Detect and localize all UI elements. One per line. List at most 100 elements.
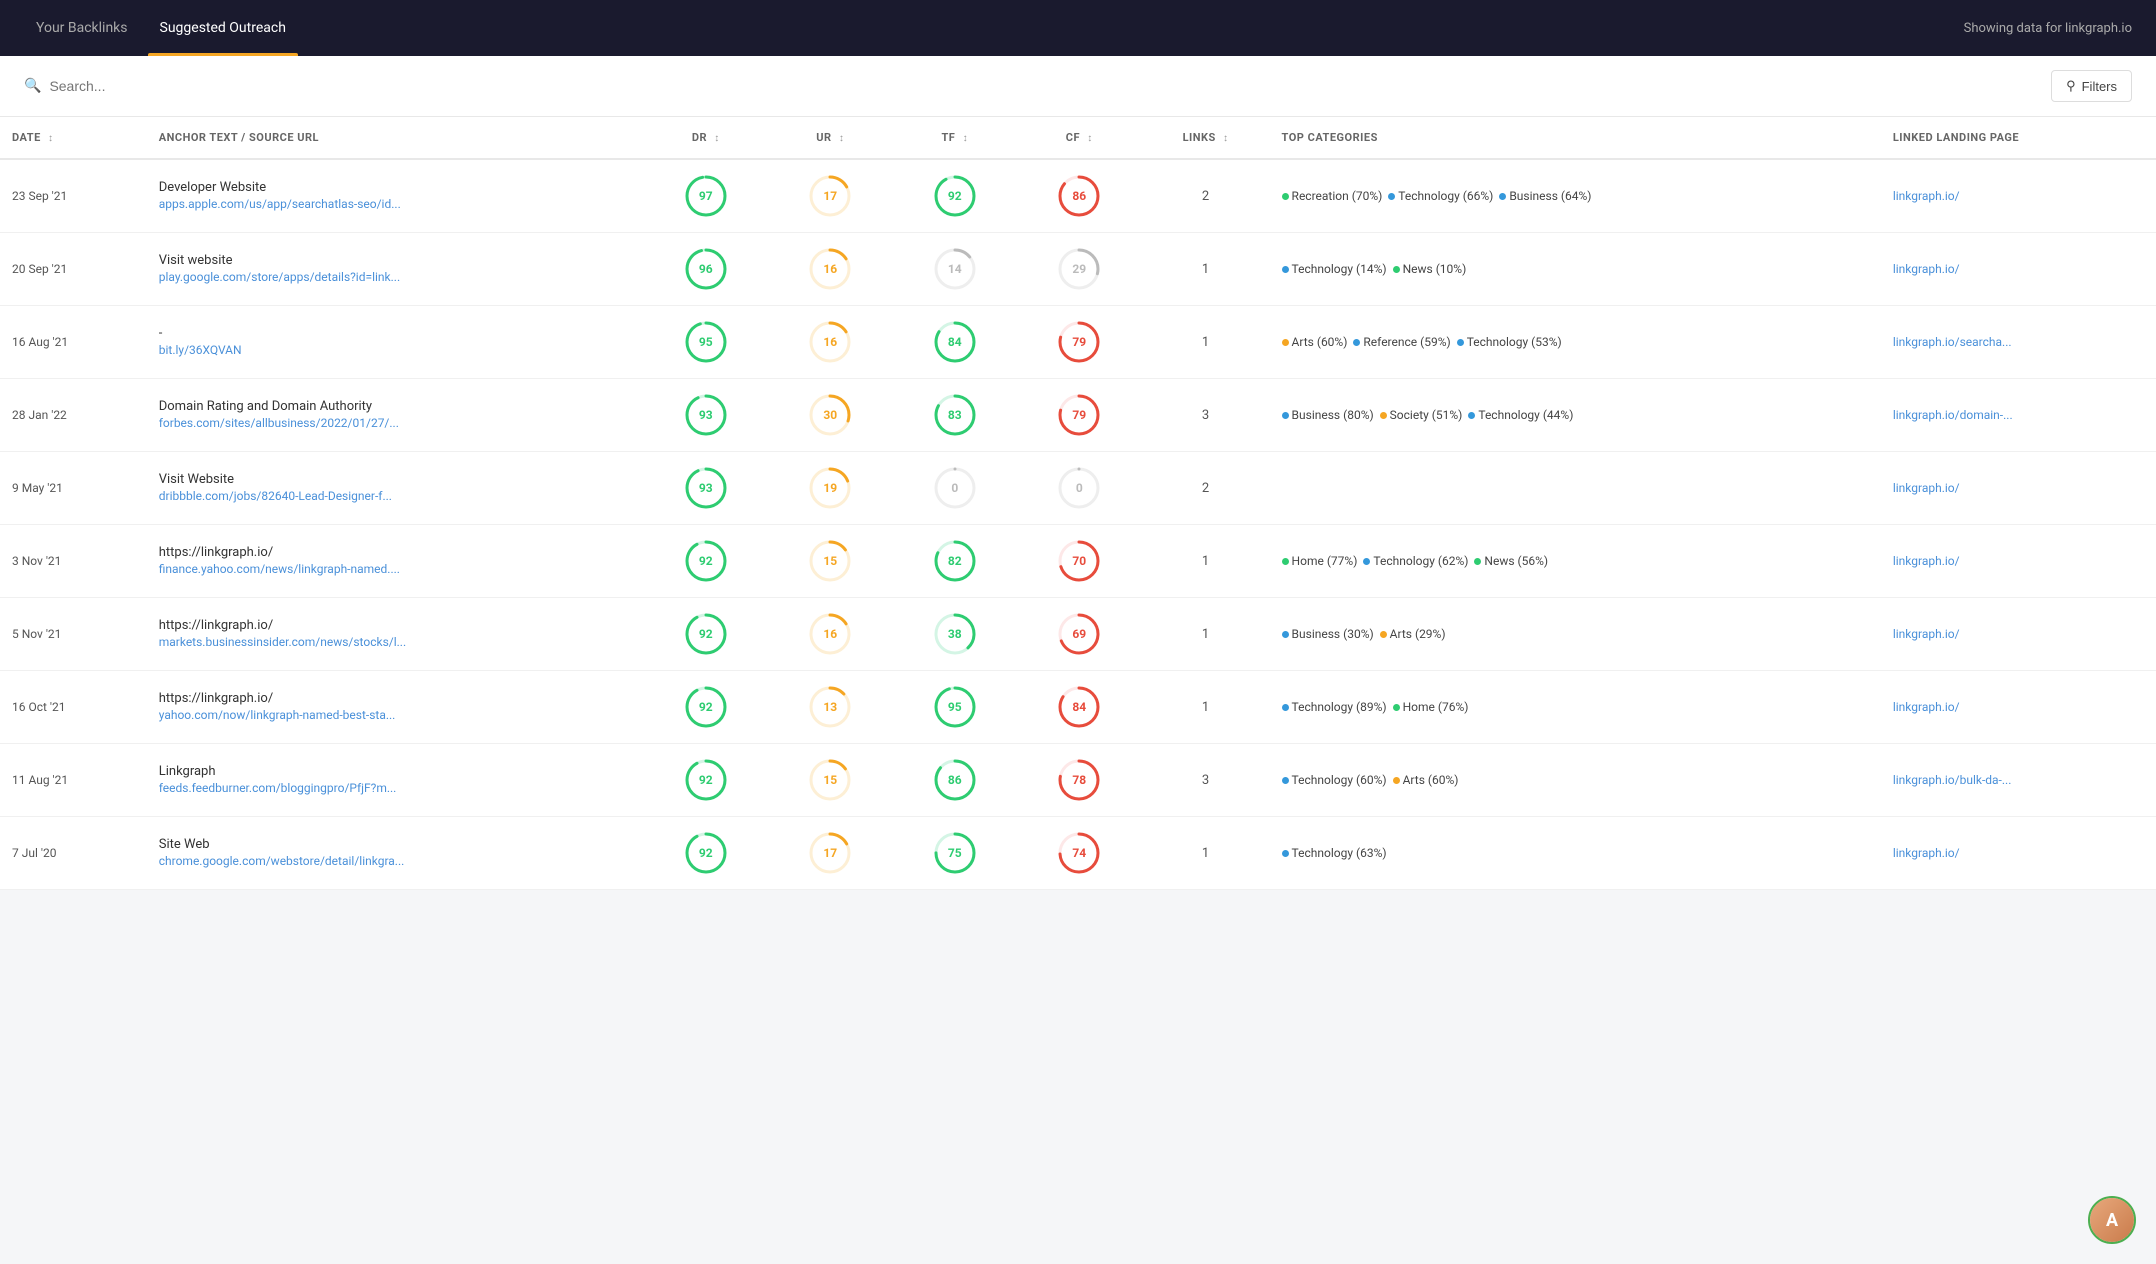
anchor-url[interactable]: yahoo.com/now/linkgraph-named-best-sta..… (159, 708, 396, 722)
anchor-cell: Linkgraph feeds.feedburner.com/bloggingp… (147, 744, 644, 817)
ur-cell: 30 (768, 379, 892, 452)
date-cell: 20 Sep '21 (0, 233, 147, 306)
anchor-url[interactable]: markets.businessinsider.com/news/stocks/… (159, 635, 406, 649)
dr-cell: 92 (644, 744, 768, 817)
dr-cell: 92 (644, 525, 768, 598)
linked-page-cell: linkgraph.io/domain-... (1881, 379, 2156, 452)
date-cell: 11 Aug '21 (0, 744, 147, 817)
linked-page-cell: linkgraph.io/bulk-da-... (1881, 744, 2156, 817)
anchor-title: Visit Website (159, 472, 632, 487)
anchor-title: Visit website (159, 253, 632, 268)
anchor-url[interactable]: feeds.feedburner.com/bloggingpro/PfjF?m.… (159, 781, 397, 795)
dr-cell: 93 (644, 379, 768, 452)
category-tag: Recreation (70%) (1282, 189, 1383, 203)
tf-cell: 92 (893, 159, 1017, 233)
category-tag: Technology (44%) (1468, 408, 1573, 422)
linked-page-link[interactable]: linkgraph.io/bulk-da-... (1893, 773, 2012, 787)
linked-page-cell: linkgraph.io/ (1881, 598, 2156, 671)
ur-cell: 16 (768, 306, 892, 379)
anchor-url[interactable]: dribbble.com/jobs/82640-Lead-Designer-f.… (159, 489, 392, 503)
user-avatar[interactable]: A (2088, 1196, 2136, 1244)
table-row: 3 Nov '21 https://linkgraph.io/ finance.… (0, 525, 2156, 598)
linked-page-link[interactable]: linkgraph.io/ (1893, 627, 1960, 641)
tf-cell: 14 (893, 233, 1017, 306)
cf-cell: 70 (1017, 525, 1141, 598)
ur-cell: 19 (768, 452, 892, 525)
links-cell: 1 (1142, 671, 1270, 744)
category-tag: Reference (59%) (1353, 335, 1450, 349)
linked-page-link[interactable]: linkgraph.io/domain-... (1893, 408, 2013, 422)
category-tag: News (10%) (1393, 262, 1467, 276)
col-dr[interactable]: DR ↕ (644, 117, 768, 159)
search-bar: 🔍 ⚲ Filters (0, 56, 2156, 117)
ur-cell: 13 (768, 671, 892, 744)
ur-cell: 16 (768, 598, 892, 671)
date-cell: 16 Aug '21 (0, 306, 147, 379)
linked-page-link[interactable]: linkgraph.io/ (1893, 481, 1960, 495)
categories-cell: Recreation (70%) Technology (66%) Busine… (1270, 159, 1881, 233)
anchor-cell: Developer Website apps.apple.com/us/app/… (147, 159, 644, 233)
backlinks-table: DATE ↕ ANCHOR TEXT / SOURCE URL DR ↕ UR … (0, 117, 2156, 890)
category-tag: Technology (89%) (1282, 700, 1387, 714)
anchor-cell: Domain Rating and Domain Authority forbe… (147, 379, 644, 452)
anchor-cell: Visit Website dribbble.com/jobs/82640-Le… (147, 452, 644, 525)
linked-page-cell: linkgraph.io/ (1881, 452, 2156, 525)
category-tag: Technology (60%) (1282, 773, 1387, 787)
col-anchor[interactable]: ANCHOR TEXT / SOURCE URL (147, 117, 644, 159)
anchor-url[interactable]: bit.ly/36XQVAN (159, 343, 242, 357)
col-cf[interactable]: CF ↕ (1017, 117, 1141, 159)
linked-page-cell: linkgraph.io/ (1881, 671, 2156, 744)
tab-your-backlinks[interactable]: Your Backlinks (24, 0, 140, 56)
anchor-url[interactable]: play.google.com/store/apps/details?id=li… (159, 270, 400, 284)
table-row: 23 Sep '21 Developer Website apps.apple.… (0, 159, 2156, 233)
date-cell: 3 Nov '21 (0, 525, 147, 598)
table-row: 11 Aug '21 Linkgraph feeds.feedburner.co… (0, 744, 2156, 817)
categories-cell: Technology (60%) Arts (60%) (1270, 744, 1881, 817)
anchor-cell: https://linkgraph.io/ yahoo.com/now/link… (147, 671, 644, 744)
data-table-container: DATE ↕ ANCHOR TEXT / SOURCE URL DR ↕ UR … (0, 117, 2156, 890)
ur-cell: 15 (768, 744, 892, 817)
top-nav: Your Backlinks Suggested Outreach Showin… (0, 0, 2156, 56)
linked-page-link[interactable]: linkgraph.io/ (1893, 262, 1960, 276)
categories-cell: Business (30%) Arts (29%) (1270, 598, 1881, 671)
anchor-title: - (159, 326, 632, 341)
ur-cell: 15 (768, 525, 892, 598)
col-tf[interactable]: TF ↕ (893, 117, 1017, 159)
col-date[interactable]: DATE ↕ (0, 117, 147, 159)
table-row: 20 Sep '21 Visit website play.google.com… (0, 233, 2156, 306)
search-input[interactable] (49, 78, 2051, 94)
dr-cell: 96 (644, 233, 768, 306)
linked-page-link[interactable]: linkgraph.io/ (1893, 554, 1960, 568)
anchor-url[interactable]: apps.apple.com/us/app/searchatlas-seo/id… (159, 197, 401, 211)
anchor-url[interactable]: finance.yahoo.com/news/linkgraph-named..… (159, 562, 400, 576)
col-links[interactable]: LINKS ↕ (1142, 117, 1270, 159)
category-tag: Arts (60%) (1393, 773, 1459, 787)
table-body: 23 Sep '21 Developer Website apps.apple.… (0, 159, 2156, 890)
linked-page-link[interactable]: linkgraph.io/ (1893, 846, 1960, 860)
table-row: 16 Oct '21 https://linkgraph.io/ yahoo.c… (0, 671, 2156, 744)
anchor-title: https://linkgraph.io/ (159, 691, 632, 706)
anchor-url[interactable]: forbes.com/sites/allbusiness/2022/01/27/… (159, 416, 399, 430)
category-tag: Business (64%) (1499, 189, 1591, 203)
anchor-cell: https://linkgraph.io/ markets.businessin… (147, 598, 644, 671)
categories-cell: Business (80%) Society (51%) Technology … (1270, 379, 1881, 452)
anchor-url[interactable]: chrome.google.com/webstore/detail/linkgr… (159, 854, 405, 868)
linked-page-link[interactable]: linkgraph.io/ (1893, 189, 1960, 203)
col-ur[interactable]: UR ↕ (768, 117, 892, 159)
category-tag: Technology (62%) (1363, 554, 1468, 568)
anchor-title: https://linkgraph.io/ (159, 545, 632, 560)
linked-page-link[interactable]: linkgraph.io/searcha... (1893, 335, 2012, 349)
linked-page-cell: linkgraph.io/ (1881, 159, 2156, 233)
tab-suggested-outreach[interactable]: Suggested Outreach (148, 0, 298, 56)
filters-button[interactable]: ⚲ Filters (2051, 70, 2132, 102)
tf-cell: 82 (893, 525, 1017, 598)
category-tag: Home (77%) (1282, 554, 1358, 568)
tf-cell: 84 (893, 306, 1017, 379)
anchor-title: Domain Rating and Domain Authority (159, 399, 632, 414)
dr-cell: 95 (644, 306, 768, 379)
table-row: 9 May '21 Visit Website dribbble.com/job… (0, 452, 2156, 525)
links-cell: 3 (1142, 744, 1270, 817)
linked-page-link[interactable]: linkgraph.io/ (1893, 700, 1960, 714)
tf-cell: 75 (893, 817, 1017, 890)
nav-showing: Showing data for linkgraph.io (1964, 21, 2132, 36)
